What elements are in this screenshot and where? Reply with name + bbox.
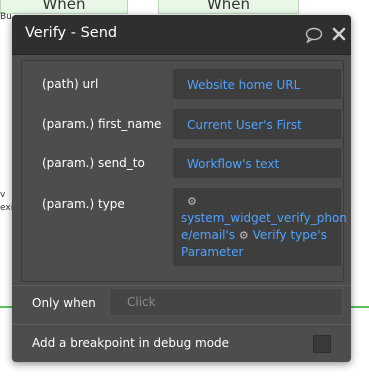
only-when-input[interactable]: Click [109, 288, 343, 316]
parameters-section: (path) url Website home URL (param.) fir… [21, 60, 347, 282]
background-when-label: When [42, 0, 86, 13]
popup-title: Verify - Send [25, 25, 118, 41]
param-value-first-name-text: Current User's First [187, 118, 302, 132]
param-value-first-name[interactable]: Current User's First [173, 109, 341, 139]
param-value-send-to-text: Workflow's text [187, 157, 280, 171]
param-value-url-text: Website home URL [187, 78, 301, 92]
comment-icon[interactable] [305, 27, 323, 43]
param-label-first-name: (param.) first_name [42, 117, 162, 131]
breakpoint-checkbox[interactable] [313, 335, 331, 353]
param-label-send-to: (param.) send_to [42, 156, 145, 170]
only-when-placeholder: Click [127, 295, 156, 309]
popup-header: Verify - Send [12, 15, 351, 55]
param-value-send-to[interactable]: Workflow's text [173, 148, 341, 178]
background-when-card[interactable]: When [0, 0, 128, 14]
divider [12, 285, 351, 286]
background-when-label-2: When [206, 0, 251, 13]
param-label-type: (param.) type [42, 197, 125, 211]
param-value-type-line2: e/email's [181, 228, 236, 242]
gear-icon: ⚙ [238, 229, 249, 242]
background-when-card-2[interactable]: When [158, 0, 299, 14]
breakpoint-label: Add a breakpoint in debug mode [32, 336, 230, 350]
close-icon[interactable] [332, 27, 346, 41]
param-value-type-line1: system_widget_verify_phon [181, 211, 347, 225]
gear-icon: ⚙ [187, 195, 197, 208]
action-editor-popup: Verify - Send (path) url Website home UR… [12, 15, 351, 362]
only-when-label: Only when [32, 296, 96, 310]
param-value-url[interactable]: Website home URL [173, 69, 341, 99]
param-value-type[interactable]: ⚙ system_widget_verify_phon e/email's ⚙ … [173, 188, 347, 266]
param-value-type-line3: Parameter [181, 245, 244, 259]
param-label-url: (path) url [42, 77, 99, 91]
param-value-type-part2: Verify type's [252, 228, 327, 242]
divider-2 [12, 324, 351, 325]
